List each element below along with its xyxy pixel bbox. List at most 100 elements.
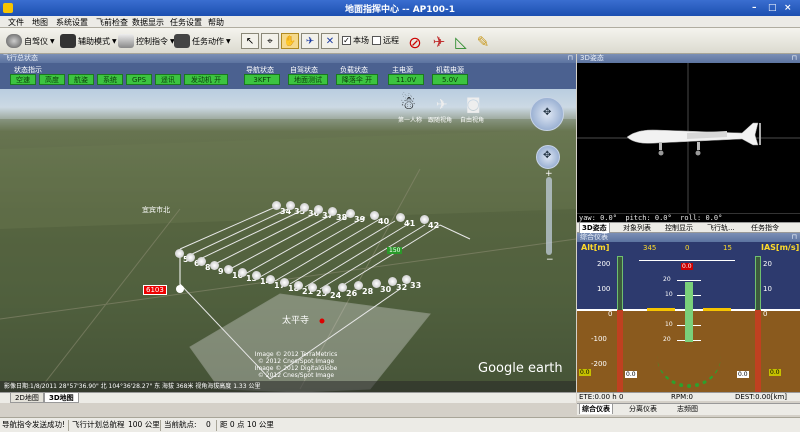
plane-follow-icon[interactable]: ✈ [436, 97, 448, 113]
alt-value-box: 0.0 [579, 369, 591, 376]
heading-tape [639, 253, 735, 261]
mid-label: 150 [387, 247, 403, 254]
roll-value: roll: 0.0° [680, 214, 723, 222]
zoom-out-icon[interactable]: − [546, 255, 554, 265]
left-pane-header: 飞行总状态 ⊓ [0, 54, 576, 63]
menu-task-settings[interactable]: 任务设置 [170, 17, 202, 28]
tab-separate-instruments[interactable]: 分离仪表 [627, 404, 659, 414]
joystick-icon [60, 34, 76, 48]
pointer-icon: ↖ [245, 35, 255, 47]
menu-help[interactable]: 帮助 [208, 17, 224, 28]
hand-tool-button[interactable]: ✋ [281, 33, 299, 49]
ias-label: IAS[m/s] [761, 243, 800, 252]
indicator-engine: 发动机 开 [184, 74, 228, 85]
toolbar: 自驾仪 ▼ 辅助模式 ▼ 控制指令 ▼ 任务动作 ▼ ↖ ⌖ ✋ ✈ ✕ ✓ 本场 远程 … [0, 28, 800, 54]
load-status-value: 降落伞 开 [336, 74, 378, 85]
place-label: 太平寺 [282, 316, 310, 326]
zoom-in-icon[interactable]: + [545, 169, 553, 179]
city-label: 宜宾市北 [142, 206, 170, 214]
menu-system-settings[interactable]: 系统设置 [56, 17, 88, 28]
alt-bar [617, 310, 623, 394]
look-around-control[interactable]: ✥ [530, 97, 564, 131]
status-bar: 导航指令发送成功! 飞行计划总航程 100 公里 当前航点: 0 距 0 点 1… [0, 417, 800, 432]
pfd-status-row: ETE:0.00 h 0 RPM:0 DEST:0.00[km] [577, 392, 800, 401]
left-pane: 飞行总状态 ⊓ 状态指示 导航状态 自驾状态 负载状态 主电源 机载电源 空速 高… [0, 54, 576, 403]
tab-attitude[interactable]: 3D姿态 [579, 223, 610, 233]
pfd-header: 综合仪表 ⊓ [577, 233, 800, 242]
move-control[interactable]: ✥ [536, 145, 560, 169]
waypoint-tool-button[interactable]: ✈ [301, 33, 319, 49]
ruler-icon: ◺ [455, 33, 467, 51]
clean-map-button[interactable]: ✎ [472, 31, 494, 53]
chevron-down-icon: ▼ [112, 37, 117, 45]
stop-plane-button[interactable]: ⊘ [404, 31, 426, 53]
zoom-slider[interactable] [546, 177, 552, 255]
edit-route-button[interactable]: ⌖ [261, 33, 279, 49]
current-waypoint-value: 0 [206, 420, 211, 429]
map-3d-view[interactable]: ☃ ✈ ◙ 第一人称 跟随视角 自由视角 ✥ ✥ + − 56891013141… [0, 89, 576, 392]
map-tabs: 2D地图 3D地图 [0, 392, 576, 403]
compass-icon: ✥ [543, 107, 552, 118]
measure-button[interactable]: ◺ [450, 31, 472, 53]
marker-label: 6103 [143, 285, 167, 295]
tab-task-command[interactable]: 任务指令 [749, 223, 781, 233]
shuttle-icon [118, 34, 134, 48]
right-pane: 3D姿态 ⊓ yaw: 0.0° pitch: 0.0° roll: 0.0° 3… [577, 54, 800, 403]
waypoint-label: 39 [354, 215, 366, 224]
main-power-value: 11.0V [388, 74, 424, 85]
route-window-icon: ✈ [432, 33, 446, 51]
menu-bar: 文件 地图 系统设置 飞前检查 数据显示 任务设置 帮助 [0, 16, 800, 28]
tab-3d-map[interactable]: 3D地图 [44, 393, 79, 403]
pin-icon[interactable]: ⊓ [568, 54, 573, 63]
menu-file[interactable]: 文件 [8, 17, 24, 28]
indicator-airspeed: 空速 [10, 74, 36, 85]
waypoint-label: 24 [330, 291, 342, 300]
remote-checkbox[interactable]: 远程 [372, 35, 399, 46]
status-message: 导航指令发送成功! [2, 420, 66, 429]
assist-mode-button[interactable]: 辅助模式 ▼ [60, 33, 117, 49]
tab-frequency-chart[interactable]: 志频图 [675, 404, 700, 414]
engine-power-value: 5.0V [432, 74, 468, 85]
task-action-button[interactable]: 任务动作 ▼ [174, 33, 231, 49]
indicator-altitude: 高度 [39, 74, 65, 85]
cross-plane-icon: ✕ [325, 35, 335, 47]
menu-preflight[interactable]: 飞前检查 [96, 17, 128, 28]
route-window-button[interactable]: ✈ [428, 31, 450, 53]
tab-integrated-instruments[interactable]: 综合仪表 [579, 404, 613, 414]
heading-value: 0.0 [681, 263, 693, 270]
pitch-bar [685, 282, 693, 342]
minimize-button[interactable]: – [752, 3, 757, 13]
camera-icon[interactable]: ◙ [466, 95, 481, 113]
pin-icon[interactable]: ⊓ [792, 233, 797, 242]
wing-right [703, 308, 731, 311]
autopilot-icon [6, 34, 22, 48]
place-marker[interactable] [319, 318, 325, 324]
select-tool-button[interactable]: ↖ [241, 33, 259, 49]
local-checkbox[interactable]: ✓ 本场 [342, 35, 369, 46]
control-command-button[interactable]: 控制指令 ▼ [118, 33, 175, 49]
route-total-value: 100 公里 [128, 420, 160, 429]
attitude-3d-view[interactable] [577, 63, 800, 222]
left-small-value: 0.0 [625, 371, 637, 378]
close-button[interactable]: × [784, 3, 792, 13]
status-panel: 状态指示 导航状态 自驾状态 负载状态 主电源 机载电源 空速 高度 航姿 系统… [0, 63, 576, 89]
menu-data-display[interactable]: 数据显示 [132, 17, 164, 28]
tab-flight-track[interactable]: 飞行轨... [705, 223, 737, 233]
tab-control-display[interactable]: 控制显示 [663, 223, 695, 233]
pitch-value: pitch: 0.0° [625, 214, 672, 222]
autopilot-button[interactable]: 自驾仪 ▼ [6, 33, 55, 49]
pin-icon[interactable]: ⊓ [792, 54, 797, 63]
robot-icon[interactable]: ☃ [400, 93, 416, 114]
broom-icon: ✎ [476, 33, 490, 51]
tab-2d-map[interactable]: 2D地图 [10, 393, 44, 403]
primary-flight-display: Alt[m] IAS[m/s] 345 0 15 0.0 200 100 0 -… [577, 242, 800, 394]
tab-object-list[interactable]: 对象列表 [621, 223, 653, 233]
ctrl-status-value: 地面测试 [288, 74, 328, 85]
menu-map[interactable]: 地图 [32, 17, 48, 28]
waypoint-icon: ✈ [305, 35, 315, 47]
maximize-button[interactable]: □ [768, 3, 777, 13]
ias-value-box: 0.0 [769, 369, 781, 376]
aircraft-marker[interactable] [176, 285, 184, 293]
ias-bar [755, 310, 761, 394]
clear-route-button[interactable]: ✕ [321, 33, 339, 49]
